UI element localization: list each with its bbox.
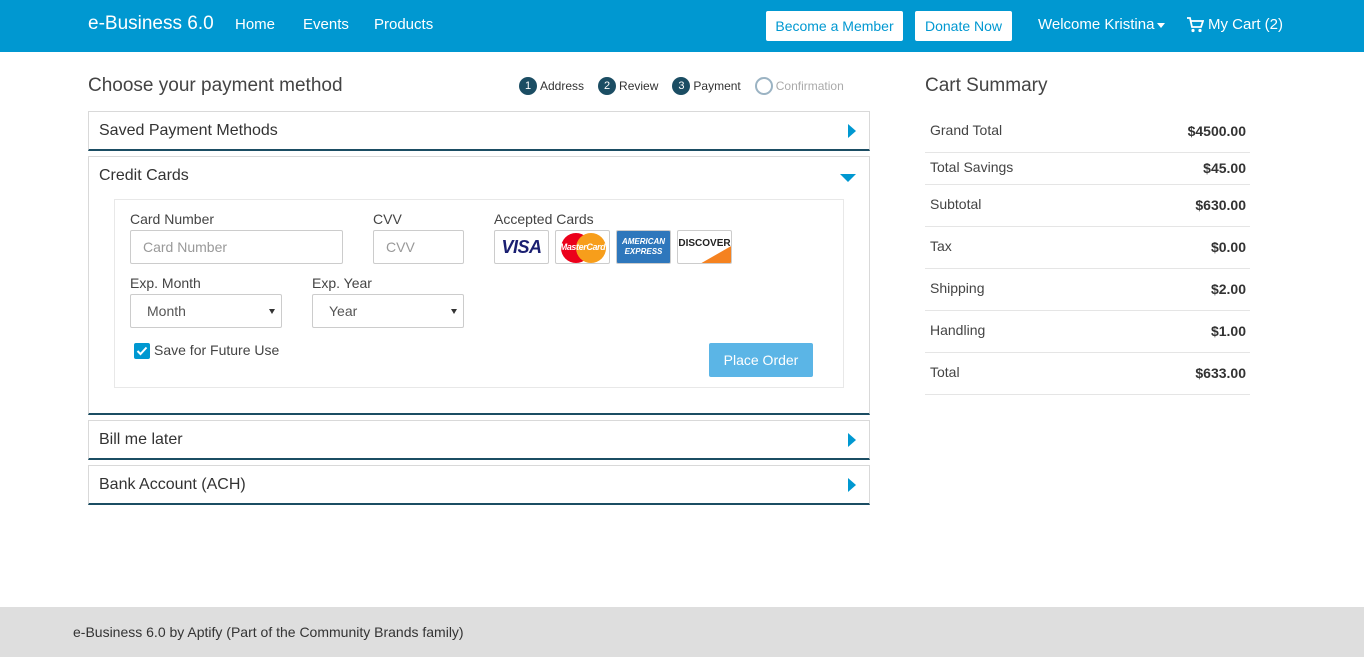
save-future-label[interactable]: Save for Future Use bbox=[154, 342, 279, 358]
saved-payment-methods-header[interactable]: Saved Payment Methods bbox=[89, 112, 869, 150]
card-number-label: Card Number bbox=[130, 211, 215, 227]
exp-year-select[interactable]: Year bbox=[312, 294, 464, 328]
expand-arrow-icon bbox=[848, 478, 856, 492]
step-confirmation: Confirmation bbox=[754, 77, 844, 95]
dropdown-arrow-icon bbox=[269, 309, 275, 314]
mastercard-card-icon: MasterCard bbox=[555, 230, 610, 264]
nav-link-home[interactable]: Home bbox=[235, 16, 275, 33]
summary-label: Total Savings bbox=[930, 159, 1014, 175]
step-number: 2 bbox=[598, 77, 617, 95]
page-title: Choose your payment method bbox=[88, 75, 343, 96]
summary-label: Tax bbox=[930, 238, 952, 254]
summary-value: $4500.00 bbox=[1187, 123, 1246, 139]
summary-label: Handling bbox=[930, 322, 986, 338]
summary-row-total-savings: Total Savings $45.00 bbox=[925, 153, 1250, 185]
summary-value: $1.00 bbox=[1210, 323, 1246, 339]
summary-value: $45.00 bbox=[1203, 160, 1246, 176]
place-order-button[interactable]: Place Order bbox=[709, 343, 813, 377]
become-member-button[interactable]: Become a Member bbox=[766, 11, 903, 41]
summary-value: $633.00 bbox=[1195, 365, 1246, 381]
summary-label: Subtotal bbox=[930, 196, 982, 212]
summary-label: Shipping bbox=[930, 280, 985, 296]
donate-now-button[interactable]: Donate Now bbox=[915, 11, 1012, 41]
brand-logo[interactable]: e-Business 6.0 bbox=[88, 13, 214, 35]
summary-row-subtotal: Subtotal $630.00 bbox=[925, 185, 1250, 227]
card-number-input[interactable] bbox=[130, 230, 343, 264]
my-cart-link[interactable]: My Cart (2) bbox=[1187, 16, 1283, 33]
card-brand-text: VISA bbox=[501, 236, 542, 257]
step-empty-icon bbox=[754, 77, 773, 95]
card-brand-text: AMERICAN EXPRESS bbox=[621, 237, 666, 256]
summary-value: $630.00 bbox=[1195, 197, 1246, 213]
step-label: Address bbox=[540, 79, 585, 93]
checkmark-icon bbox=[136, 346, 148, 356]
bill-me-later-panel: Bill me later bbox=[88, 420, 870, 460]
panel-title: Bill me later bbox=[99, 431, 183, 448]
summary-label: Grand Total bbox=[930, 122, 1003, 138]
summary-row-total: Total $633.00 bbox=[925, 353, 1250, 395]
expand-arrow-icon bbox=[848, 433, 856, 447]
step-label: Confirmation bbox=[775, 79, 844, 93]
exp-month-value: Month bbox=[147, 303, 186, 319]
amex-card-icon: AMERICAN EXPRESS bbox=[616, 230, 671, 264]
summary-label: Total bbox=[930, 364, 960, 380]
summary-row-tax: Tax $0.00 bbox=[925, 227, 1250, 269]
checkout-steps: 1 Address 2 Review 3 Payment Confirmatio… bbox=[519, 77, 858, 95]
discover-card-icon: DISCOVER bbox=[677, 230, 732, 264]
step-review: 2 Review bbox=[598, 77, 658, 95]
summary-row-shipping: Shipping $2.00 bbox=[925, 269, 1250, 311]
cvv-label: CVV bbox=[373, 211, 402, 227]
panel-title: Bank Account (ACH) bbox=[99, 476, 246, 493]
exp-month-select[interactable]: Month bbox=[130, 294, 282, 328]
saved-payment-methods-panel: Saved Payment Methods bbox=[88, 111, 870, 151]
panel-title: Saved Payment Methods bbox=[99, 122, 278, 139]
summary-row-grand-total: Grand Total $4500.00 bbox=[925, 114, 1250, 153]
credit-cards-panel: Credit Cards Card Number CVV Accepted Ca… bbox=[88, 156, 870, 415]
summary-value: $0.00 bbox=[1210, 239, 1246, 255]
step-number: 1 bbox=[519, 77, 537, 95]
caret-down-icon bbox=[1157, 23, 1166, 28]
cart-summary-title: Cart Summary bbox=[925, 75, 1048, 96]
top-navbar: e-Business 6.0 Home Events Products Beco… bbox=[0, 0, 1364, 52]
summary-row-handling: Handling $1.00 bbox=[925, 311, 1250, 353]
page-footer: e-Business 6.0 by Aptify (Part of the Co… bbox=[0, 607, 1364, 657]
expand-arrow-icon bbox=[848, 124, 856, 138]
exp-month-label: Exp. Month bbox=[130, 275, 201, 291]
collapse-arrow-icon bbox=[840, 173, 856, 182]
step-payment: 3 Payment bbox=[672, 77, 741, 95]
bill-me-later-header[interactable]: Bill me later bbox=[89, 421, 869, 459]
card-brand-text: MasterCard bbox=[559, 242, 606, 252]
bank-account-header[interactable]: Bank Account (ACH) bbox=[89, 466, 869, 504]
user-menu[interactable]: Welcome Kristina bbox=[1038, 16, 1166, 33]
save-future-checkbox[interactable] bbox=[134, 343, 150, 359]
nav-link-events[interactable]: Events bbox=[303, 16, 349, 33]
my-cart-label: My Cart (2) bbox=[1208, 16, 1283, 33]
visa-card-icon: VISA bbox=[494, 230, 549, 264]
step-number: 3 bbox=[672, 77, 691, 95]
exp-year-value: Year bbox=[329, 303, 358, 319]
step-label: Payment bbox=[693, 79, 741, 93]
credit-card-form: Card Number CVV Accepted Cards VISA Mast… bbox=[114, 199, 844, 388]
summary-value: $2.00 bbox=[1210, 281, 1246, 297]
cart-icon bbox=[1187, 16, 1204, 32]
nav-link-products[interactable]: Products bbox=[374, 16, 433, 33]
cvv-input[interactable] bbox=[373, 230, 464, 264]
exp-year-label: Exp. Year bbox=[312, 275, 372, 291]
dropdown-arrow-icon bbox=[451, 309, 457, 314]
credit-cards-header[interactable]: Credit Cards bbox=[89, 157, 869, 195]
panel-title: Credit Cards bbox=[99, 167, 189, 184]
welcome-user-label: Welcome Kristina bbox=[1038, 16, 1155, 33]
accepted-cards-label: Accepted Cards bbox=[494, 211, 594, 227]
footer-text: e-Business 6.0 by Aptify (Part of the Co… bbox=[73, 624, 464, 640]
card-brand-text: DISCOVER bbox=[678, 237, 731, 249]
step-address: 1 Address bbox=[519, 77, 584, 95]
step-label: Review bbox=[619, 79, 659, 93]
bank-account-panel: Bank Account (ACH) bbox=[88, 465, 870, 505]
